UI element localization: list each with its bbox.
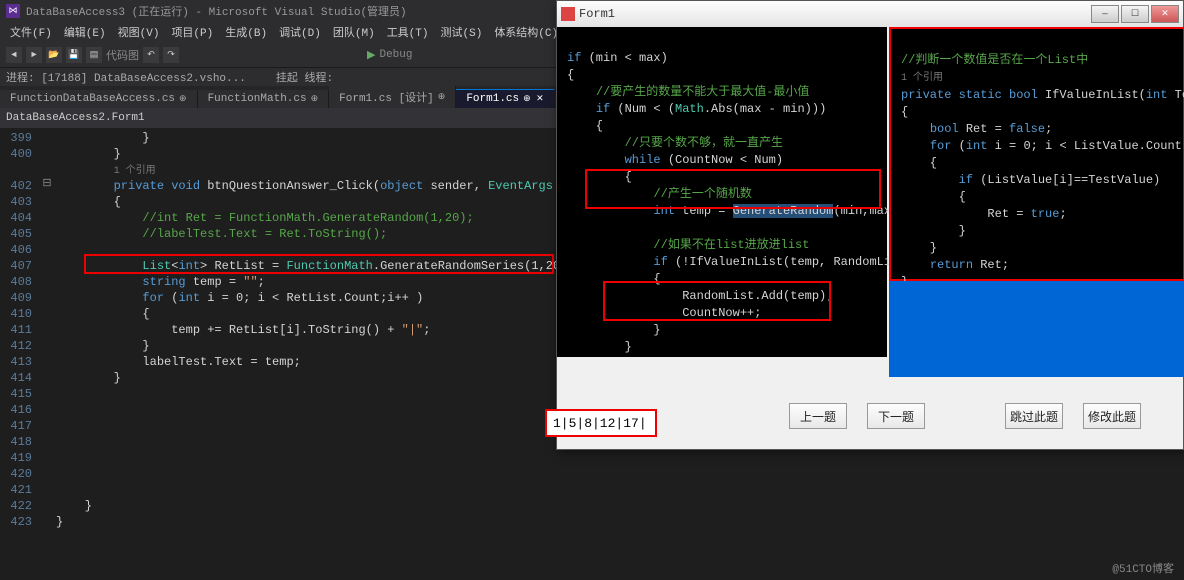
output-label: 1|5|8|12|17|: [545, 409, 657, 437]
nav-fwd-icon[interactable]: ►: [26, 47, 42, 63]
menu-view[interactable]: 视图(V): [112, 24, 166, 40]
close-icon[interactable]: ⊕ ✕: [523, 94, 543, 104]
pin-icon[interactable]: ⊕: [438, 92, 446, 102]
fold-margin[interactable]: ⊟: [38, 128, 56, 580]
window-title: DataBaseAccess3 (正在运行) - Microsoft Visua…: [26, 3, 407, 19]
form1-titlebar[interactable]: Form1 — ☐ ✕: [557, 1, 1183, 27]
process-label: 进程: [17188] DataBaseAccess2.vsho...: [6, 69, 246, 85]
pin-icon[interactable]: ⊕: [179, 94, 187, 104]
tab-functionmath[interactable]: FunctionMath.cs⊕: [198, 90, 330, 108]
redo-icon[interactable]: ↷: [163, 47, 179, 63]
start-icon[interactable]: ▶: [367, 48, 375, 62]
menu-team[interactable]: 团队(M): [327, 24, 381, 40]
watermark: @51CTO博客: [1112, 560, 1174, 576]
code-overlay-right: //判断一个数值是否在一个List中 1 个引用 private static …: [889, 27, 1184, 281]
menu-arch[interactable]: 体系结构(C): [488, 24, 564, 40]
menu-file[interactable]: 文件(F): [4, 24, 58, 40]
menu-project[interactable]: 项目(P): [165, 24, 219, 40]
tab-form1-design[interactable]: Form1.cs [设计]⊕: [329, 86, 456, 108]
next-button[interactable]: 下一题: [867, 403, 925, 429]
form1-title: Form1: [579, 7, 615, 21]
close-button[interactable]: ✕: [1151, 5, 1179, 23]
code-overlay-left: if (min < max) { //要产生的数量不能大于最大值-最小值 if …: [557, 27, 887, 357]
undo-icon[interactable]: ↶: [143, 47, 159, 63]
tab-form1-cs[interactable]: Form1.cs⊕ ✕: [456, 89, 554, 108]
menu-edit[interactable]: 编辑(E): [58, 24, 112, 40]
thread-label: 挂起 线程:: [276, 69, 333, 85]
maximize-button[interactable]: ☐: [1121, 5, 1149, 23]
prev-button[interactable]: 上一题: [789, 403, 847, 429]
menu-tools[interactable]: 工具(T): [381, 24, 435, 40]
menu-build[interactable]: 生成(B): [219, 24, 273, 40]
open-icon[interactable]: 📂: [46, 47, 62, 63]
line-numbers: 399400 402403404405406407408409410411412…: [0, 128, 38, 580]
pin-icon[interactable]: ⊕: [311, 94, 319, 104]
form-buttons: 上一题 下一题 跳过此题 修改此题: [789, 403, 1141, 429]
save-icon[interactable]: 💾: [66, 47, 82, 63]
saveall-icon[interactable]: ▤: [86, 47, 102, 63]
minimize-button[interactable]: —: [1091, 5, 1119, 23]
modify-button[interactable]: 修改此题: [1083, 403, 1141, 429]
config-select[interactable]: Debug: [379, 49, 412, 61]
class-selector[interactable]: DataBaseAccess2.Form1: [6, 112, 145, 124]
skip-button[interactable]: 跳过此题: [1005, 403, 1063, 429]
codemap-label[interactable]: 代码图: [106, 47, 139, 63]
nav-back-icon[interactable]: ◄: [6, 47, 22, 63]
vs-logo-icon: ⋈: [6, 4, 20, 18]
app-icon: [561, 7, 575, 21]
tab-functiondb[interactable]: FunctionDataBaseAccess.cs⊕: [0, 90, 198, 108]
form-bg: [889, 281, 1184, 377]
menu-test[interactable]: 测试(S): [435, 24, 489, 40]
form1-window[interactable]: Form1 — ☐ ✕ if (min < max) { //要产生的数量不能大…: [556, 0, 1184, 450]
menu-debug[interactable]: 调试(D): [273, 24, 327, 40]
